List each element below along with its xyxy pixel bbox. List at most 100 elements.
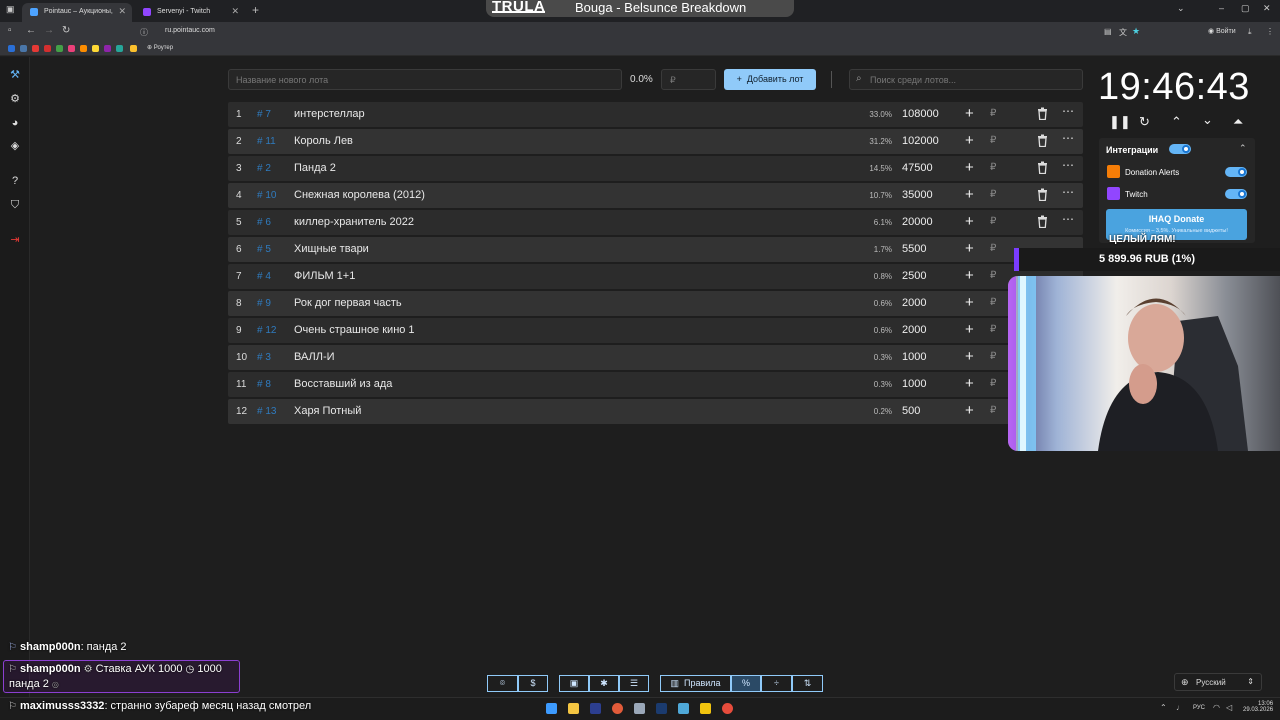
lot-amount[interactable]: 102000 [902, 135, 939, 147]
lot-name[interactable]: ВАЛЛ-И [294, 351, 335, 363]
sort-button[interactable]: ⇅ [792, 675, 823, 692]
add-bid-icon[interactable]: + [965, 294, 974, 311]
rules-button[interactable]: ▥ Правила [660, 675, 731, 692]
add-bid-icon[interactable]: + [965, 267, 974, 284]
lot-amount[interactable]: 20000 [902, 216, 933, 228]
add-bid-icon[interactable]: + [965, 159, 974, 176]
steam-icon[interactable] [656, 703, 667, 714]
bookmark-icon[interactable] [104, 45, 111, 52]
bookmark-icon[interactable] [56, 45, 63, 52]
ruble-icon[interactable]: ₽ [990, 243, 996, 254]
lot-row[interactable]: 3 # 2 Панда 2 14.5% 47500 + ₽ ⋯ [228, 156, 1083, 181]
integrations-toggle[interactable] [1169, 144, 1191, 154]
wheel-icon[interactable]: ◕ [9, 117, 21, 129]
chevron-up-icon[interactable]: ⌃ [1239, 143, 1247, 154]
gavel-icon[interactable]: ⚒ [9, 69, 21, 81]
bookmark-router[interactable]: ⊕ Роутер [147, 44, 173, 51]
lot-name[interactable]: Восставший из ада [294, 378, 392, 390]
new-lot-amount-input[interactable]: ₽ [661, 69, 716, 90]
lot-id-link[interactable]: # 3 [257, 352, 271, 363]
more-options-icon[interactable]: ⋯ [1062, 185, 1074, 199]
trash-icon[interactable] [1037, 215, 1048, 228]
mic-icon[interactable]: ♩ [1176, 703, 1184, 712]
wifi-icon[interactable]: ◠ [1213, 703, 1220, 712]
maximize-icon[interactable]: ▢ [1241, 3, 1250, 14]
bookmark-icon[interactable] [80, 45, 87, 52]
app-icon[interactable] [678, 703, 689, 714]
volume-icon[interactable]: ◁ [1226, 703, 1232, 712]
bug-button[interactable]: ✱ [589, 675, 619, 692]
trash-icon[interactable] [1037, 107, 1048, 120]
ruble-icon[interactable]: ₽ [990, 216, 996, 227]
lot-id-link[interactable]: # 13 [257, 406, 276, 417]
shield-icon[interactable]: ⛉ [9, 199, 21, 211]
tab-pointauc[interactable]: Pointauc – Аукционы, лотереи ✕ [22, 3, 132, 32]
app-icon[interactable] [700, 703, 711, 714]
ruble-icon[interactable]: ₽ [990, 324, 996, 335]
ruble-icon[interactable]: ₽ [990, 405, 996, 416]
percent-toggle-button[interactable]: % [731, 675, 761, 692]
sidebar-toggle-icon[interactable]: ▫ [8, 25, 12, 36]
photoshop-icon[interactable] [590, 703, 601, 714]
bookmark-icon[interactable] [68, 45, 75, 52]
app-icon[interactable] [634, 703, 645, 714]
lot-id-link[interactable]: # 5 [257, 244, 271, 255]
help-icon[interactable]: ? [9, 175, 21, 187]
bookmark-icon[interactable] [116, 45, 123, 52]
ruble-icon[interactable]: ₽ [990, 189, 996, 200]
tray-chevron-icon[interactable]: ⌃ [1160, 703, 1167, 712]
lot-row[interactable]: 10 # 3 ВАЛЛ-И 0.3% 1000 + ₽ [228, 345, 1083, 370]
chevron-up-icon[interactable]: ⌃ [1171, 114, 1182, 130]
add-bid-icon[interactable]: + [965, 402, 974, 419]
logout-icon[interactable]: ⇥ [9, 234, 21, 246]
reload-icon[interactable]: ↻ [62, 25, 70, 36]
new-lot-input[interactable]: Название нового лота [228, 69, 622, 90]
ruble-icon[interactable]: ₽ [990, 270, 996, 281]
lot-name[interactable]: интерстеллар [294, 108, 365, 120]
add-bid-icon[interactable]: + [965, 132, 974, 149]
lot-row[interactable]: 12 # 13 Харя Потный 0.2% 500 + ₽ [228, 399, 1083, 424]
lot-row[interactable]: 9 # 12 Очень страшное кино 1 0.6% 2000 + ₽ [228, 318, 1083, 343]
lot-row[interactable]: 8 # 9 Рок дог первая часть 0.6% 2000 + ₽ [228, 291, 1083, 316]
lot-amount[interactable]: 1000 [902, 351, 926, 363]
menu-icon[interactable]: ⋮ [1266, 27, 1274, 36]
lot-id-link[interactable]: # 4 [257, 271, 271, 282]
trash-icon[interactable] [1037, 134, 1048, 147]
ruble-icon[interactable]: ₽ [990, 162, 996, 173]
lot-name[interactable]: Очень страшное кино 1 [294, 324, 415, 336]
lot-name[interactable]: Хищные твари [294, 243, 369, 255]
lot-row[interactable]: 5 # 6 киллер-хранитель 2022 6.1% 20000 + ₽ ⋯ [228, 210, 1083, 235]
lot-id-link[interactable]: # 6 [257, 217, 271, 228]
site-info-icon[interactable]: ⓘ [140, 27, 148, 38]
twitch-toggle[interactable] [1225, 189, 1247, 199]
lot-id-link[interactable]: # 12 [257, 325, 276, 336]
lot-amount[interactable]: 5500 [902, 243, 926, 255]
lot-id-link[interactable]: # 8 [257, 379, 271, 390]
lot-amount[interactable]: 1000 [902, 378, 926, 390]
lot-row[interactable]: 6 # 5 Хищные твари 1.7% 5500 + ₽ [228, 237, 1083, 262]
close-icon[interactable]: ✕ [118, 3, 126, 20]
lot-id-link[interactable]: # 9 [257, 298, 271, 309]
forward-icon[interactable]: → [44, 25, 54, 36]
lot-row[interactable]: 2 # 11 Король Лев 31.2% 102000 + ₽ ⋯ [228, 129, 1083, 154]
lot-amount[interactable]: 35000 [902, 189, 933, 201]
obs-icon[interactable] [722, 703, 733, 714]
lot-amount[interactable]: 2500 [902, 270, 926, 282]
language-select[interactable]: ⊕ Русский ⇕ [1174, 673, 1262, 691]
add-bid-icon[interactable]: + [965, 240, 974, 257]
minimize-icon[interactable]: – [1219, 3, 1224, 13]
lot-name[interactable]: Харя Потный [294, 405, 361, 417]
lot-id-link[interactable]: # 10 [257, 190, 276, 201]
start-icon[interactable] [546, 703, 557, 714]
add-bid-icon[interactable]: + [965, 186, 974, 203]
lot-name[interactable]: Рок дог первая часть [294, 297, 402, 309]
lot-row[interactable]: 1 # 7 интерстеллар 33.0% 108000 + ₽ ⋯ [228, 102, 1083, 127]
explorer-icon[interactable] [568, 703, 579, 714]
bookmark-icon[interactable] [44, 45, 51, 52]
reader-icon[interactable]: ▤ [1104, 27, 1112, 36]
trash-icon[interactable] [1037, 188, 1048, 201]
add-lot-button[interactable]: + Добавить лот [724, 69, 816, 90]
bookmark-icon[interactable] [92, 45, 99, 52]
bookmark-icon[interactable] [130, 45, 137, 52]
add-bid-icon[interactable]: + [965, 348, 974, 365]
